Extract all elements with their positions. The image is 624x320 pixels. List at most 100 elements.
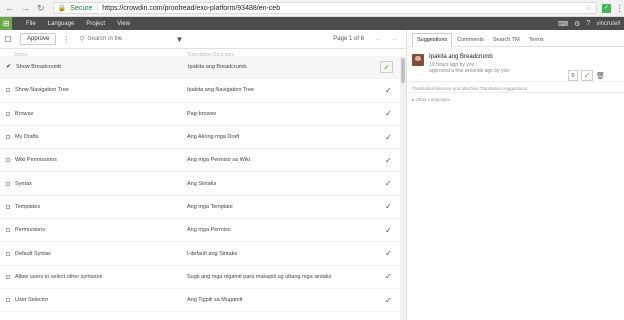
table-row[interactable]: Default Syntax I-default ang Sintaks ✓ bbox=[0, 242, 400, 266]
approve-check-icon[interactable]: ✓ bbox=[581, 70, 593, 81]
reload-icon[interactable]: ↻ bbox=[37, 3, 45, 14]
translation-text: Ipakita ang Breadcrumb bbox=[188, 64, 247, 71]
row-checkbox[interactable] bbox=[6, 274, 10, 279]
other-languages-label: Other Languages bbox=[415, 97, 451, 102]
main-menu: File Language Project View bbox=[26, 21, 130, 27]
approved-check-icon: ✓ bbox=[385, 272, 392, 282]
chevron-right-icon: ▸ bbox=[412, 97, 415, 102]
row-checkbox[interactable] bbox=[6, 135, 10, 140]
approve-button[interactable]: Approve bbox=[20, 33, 57, 45]
address-bar[interactable]: 🔒 Secure | https://crowdin.com/proofread… bbox=[52, 2, 597, 14]
approved-check-icon: ✓ bbox=[385, 295, 392, 305]
row-checkbox[interactable] bbox=[6, 228, 10, 233]
scrollbar-thumb[interactable] bbox=[401, 58, 405, 83]
tm-suggestions-label: Translation Memory and Machine Translati… bbox=[407, 82, 624, 93]
row-checkbox[interactable]: ✔ bbox=[6, 64, 11, 71]
translation-text: I-default ang Sintaks bbox=[187, 250, 238, 257]
menu-view[interactable]: View bbox=[117, 21, 130, 27]
search-icon: ⚲ bbox=[79, 36, 85, 43]
gear-icon[interactable]: ⚙ bbox=[574, 20, 580, 28]
tab-search-tm[interactable]: Search TM bbox=[489, 34, 524, 46]
source-text: Wiki Permissions bbox=[15, 157, 57, 164]
row-checkbox[interactable] bbox=[6, 251, 10, 256]
bookmark-star-icon[interactable]: ☆ bbox=[586, 4, 592, 12]
approved-check-icon: ✓ bbox=[385, 202, 392, 212]
source-text: My Drafts bbox=[15, 134, 39, 141]
table-row[interactable]: Permissions Ang mga Permiso ✓ bbox=[0, 219, 400, 243]
translation-text: Ang mga Permiso bbox=[187, 227, 231, 234]
row-checkbox[interactable] bbox=[6, 158, 10, 163]
url-separator: | bbox=[96, 4, 99, 12]
row-checkbox[interactable] bbox=[6, 181, 10, 186]
extension-icon[interactable]: ✓ bbox=[602, 3, 611, 13]
avatar bbox=[412, 54, 424, 66]
browser-chrome: ← → ↻ 🔒 Secure | https://crowdin.com/pro… bbox=[0, 0, 624, 17]
next-page-icon[interactable]: → bbox=[391, 36, 398, 43]
source-text: Show Breadcrumb bbox=[16, 64, 62, 71]
tab-suggestions[interactable]: Suggestions bbox=[412, 33, 453, 47]
source-text: Syntax bbox=[15, 180, 32, 187]
browser-nav: ← → ↻ bbox=[0, 3, 45, 14]
suggestions-panel: Suggestions Comments Search TM Terms Ipa… bbox=[407, 30, 624, 320]
prev-page-icon[interactable]: ← bbox=[374, 36, 381, 43]
translation-text: Ang mga Template bbox=[187, 203, 233, 210]
panel-tabs: Suggestions Comments Search TM Terms bbox=[407, 30, 624, 47]
page-indicator: Page 1 of 6 bbox=[333, 36, 364, 42]
table-row[interactable]: Wiki Permissions Ang mga Permiso sa Wiki… bbox=[0, 149, 400, 173]
source-text: User Selector bbox=[15, 297, 49, 304]
apps-grid-icon[interactable]: ⊞ bbox=[0, 17, 12, 30]
filter-icon[interactable]: ▼ bbox=[176, 35, 184, 44]
browser-menu-icon[interactable]: ⋮ bbox=[615, 3, 624, 14]
vote-count[interactable]: 0 bbox=[568, 70, 578, 81]
menu-project[interactable]: Project bbox=[86, 21, 105, 27]
select-all-checkbox[interactable] bbox=[5, 36, 11, 42]
url-text[interactable]: https://crowdin.com/proofread/exo-platfo… bbox=[102, 5, 280, 12]
approved-check-icon[interactable]: ✓ bbox=[380, 61, 393, 74]
menu-language[interactable]: Language bbox=[48, 21, 75, 27]
tab-terms[interactable]: Terms bbox=[525, 34, 548, 46]
keyboard-icon[interactable]: ⌨ bbox=[558, 20, 568, 28]
tab-comments[interactable]: Comments bbox=[453, 34, 488, 46]
table-row[interactable]: Browse Pag-browse ✓ bbox=[0, 103, 400, 126]
row-checkbox[interactable] bbox=[6, 204, 10, 209]
source-text: Browse bbox=[15, 110, 34, 117]
approval-meta: approved a few seconds ago by you bbox=[429, 68, 510, 74]
source-text: Default Syntax bbox=[15, 250, 51, 257]
user-name[interactable]: vincrutell bbox=[596, 21, 620, 27]
help-icon[interactable]: ? bbox=[586, 20, 590, 27]
translation-text: Pag-browse bbox=[187, 110, 217, 117]
browser-extensions: ✓ ⋮ bbox=[602, 3, 624, 14]
row-checkbox[interactable] bbox=[6, 88, 10, 93]
table-row[interactable]: My Drafts Ang Akong mga Draft ✓ bbox=[0, 126, 400, 150]
approved-check-icon: ✓ bbox=[385, 249, 392, 259]
table-row[interactable]: ✔ Show Breadcrumb Ipakita ang Breadcrumb… bbox=[0, 56, 400, 80]
appbar-right: ⌨ ⚙ ? vincrutell bbox=[558, 20, 624, 28]
pager: Page 1 of 6 ← → bbox=[333, 36, 406, 43]
translation-text: Ang Akong mga Draft bbox=[187, 134, 240, 141]
table-row[interactable]: Show Navigation Tree Ipakita ang Navigat… bbox=[0, 79, 400, 103]
forward-icon[interactable]: → bbox=[21, 3, 30, 14]
row-checkbox[interactable] bbox=[6, 298, 10, 303]
secure-label: Secure bbox=[70, 4, 93, 12]
search-input[interactable] bbox=[87, 36, 168, 42]
suggestion-text-block: Ipakita ang Breadcrumb 19 hours ago by y… bbox=[429, 54, 509, 81]
other-languages-toggle[interactable]: ▸ Other Languages bbox=[407, 93, 624, 103]
table-row[interactable]: User Selector Ang Tigpili sa Mugamit ✓ bbox=[0, 289, 400, 313]
row-checkbox[interactable] bbox=[6, 111, 10, 116]
translation-text: Ang Sintaks bbox=[187, 180, 217, 187]
more-options-icon[interactable]: ⋮ bbox=[62, 35, 70, 44]
menu-file[interactable]: File bbox=[26, 21, 36, 27]
translation-text: Sugti ang mga nigamit para makapili ug u… bbox=[187, 273, 332, 280]
approved-check-icon: ✓ bbox=[385, 155, 392, 165]
table-row[interactable]: Templates Ang mga Template ✓ bbox=[0, 196, 400, 220]
back-icon[interactable]: ← bbox=[5, 3, 14, 14]
suggestion-text: Ipakita ang Breadcrumb bbox=[429, 54, 493, 60]
translation-text: Ipakita ang Navigation Tree bbox=[187, 87, 254, 94]
trash-icon[interactable]: 🗑 bbox=[596, 72, 605, 80]
table-row[interactable]: Syntax Ang Sintaks ✓ bbox=[0, 172, 400, 196]
table-row[interactable]: Allow users to select other syntaxes Sug… bbox=[0, 266, 400, 289]
suggestion-actions: 0 ✓ 🗑 bbox=[568, 70, 605, 81]
translation-text: Ang mga Permiso sa Wiki bbox=[187, 157, 250, 164]
approved-check-icon: ✓ bbox=[385, 225, 392, 235]
suggestion-item: Ipakita ang Breadcrumb 19 hours ago by y… bbox=[407, 47, 624, 82]
